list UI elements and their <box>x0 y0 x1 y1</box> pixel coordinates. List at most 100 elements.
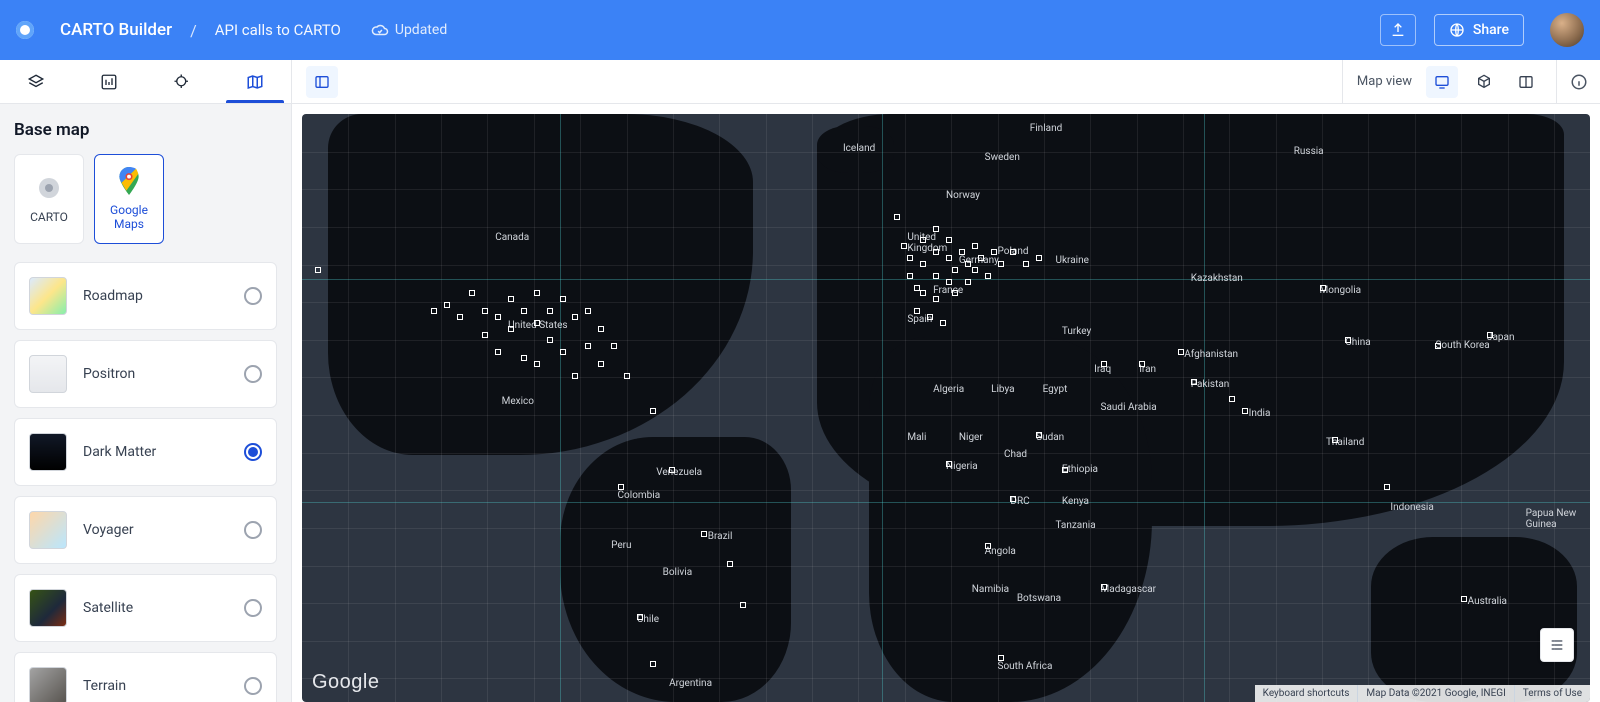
data-marker <box>907 273 913 279</box>
provider-carto-label: CARTO <box>30 210 68 224</box>
list-icon <box>1549 637 1565 653</box>
user-avatar[interactable] <box>1550 13 1584 47</box>
style-radio-positron[interactable] <box>244 365 262 383</box>
country-label: Papua New Guinea <box>1526 508 1577 530</box>
data-marker <box>1320 285 1326 291</box>
data-marker <box>585 308 591 314</box>
data-marker <box>1487 332 1493 338</box>
tab-layers[interactable] <box>0 60 73 103</box>
data-marker <box>495 314 501 320</box>
tab-interactions[interactable] <box>146 60 219 103</box>
style-thumb-voyager <box>29 511 67 549</box>
data-marker <box>1010 249 1016 255</box>
panel-toggle-button[interactable] <box>306 66 338 98</box>
style-option-roadmap[interactable]: Roadmap <box>14 262 277 330</box>
data-marker <box>1101 361 1107 367</box>
data-marker <box>1332 437 1338 443</box>
map-name[interactable]: API calls to CARTO <box>215 21 341 39</box>
data-marker <box>1242 408 1248 414</box>
cursor-icon <box>173 73 191 91</box>
attrib-mapdata[interactable]: Map Data ©2021 Google, INEGI <box>1357 685 1513 702</box>
data-marker <box>669 467 675 473</box>
data-marker <box>444 302 450 308</box>
style-label-terrain: Terrain <box>83 678 228 694</box>
export-button[interactable] <box>1380 14 1416 46</box>
style-radio-terrain[interactable] <box>244 677 262 695</box>
data-marker <box>985 543 991 549</box>
provider-carto[interactable]: CARTO <box>14 154 84 244</box>
mapview-split-button[interactable] <box>1510 66 1542 98</box>
data-marker <box>521 308 527 314</box>
data-marker <box>920 290 926 296</box>
map-area: Google Keyboard shortcuts Map Data ©2021… <box>292 104 1600 702</box>
data-marker <box>315 267 321 273</box>
share-button[interactable]: Share <box>1434 14 1524 46</box>
tab-basemap[interactable] <box>218 60 291 103</box>
style-option-terrain[interactable]: Terrain <box>14 652 277 702</box>
data-marker <box>547 308 553 314</box>
data-marker <box>933 273 939 279</box>
map-view-group: Map view <box>1342 60 1556 103</box>
data-marker <box>920 237 926 243</box>
style-option-darkmatter[interactable]: Dark Matter <box>14 418 277 486</box>
home-dot-icon[interactable] <box>16 21 34 39</box>
style-label-voyager: Voyager <box>83 522 228 538</box>
style-option-positron[interactable]: Positron <box>14 340 277 408</box>
data-marker <box>946 255 952 261</box>
data-marker <box>927 314 933 320</box>
data-marker <box>1229 396 1235 402</box>
mapview-3d-button[interactable] <box>1468 66 1500 98</box>
data-marker <box>508 296 514 302</box>
data-marker <box>952 290 958 296</box>
data-marker <box>1139 361 1145 367</box>
provider-google-maps[interactable]: Google Maps <box>94 154 164 244</box>
info-button[interactable] <box>1556 60 1600 103</box>
breadcrumb-divider: / <box>190 21 197 40</box>
data-marker <box>482 308 488 314</box>
data-marker <box>1036 255 1042 261</box>
data-marker <box>547 337 553 343</box>
data-marker <box>907 255 913 261</box>
tab-widgets[interactable] <box>73 60 146 103</box>
data-marker <box>933 249 939 255</box>
cube-icon <box>1476 74 1492 90</box>
data-marker <box>946 279 952 285</box>
app-title[interactable]: CARTO Builder <box>60 20 172 40</box>
data-marker <box>701 531 707 537</box>
style-label-darkmatter: Dark Matter <box>83 444 228 460</box>
style-option-voyager[interactable]: Voyager <box>14 496 277 564</box>
data-marker <box>914 285 920 291</box>
legend-toggle-button[interactable] <box>1540 628 1574 662</box>
chart-icon <box>100 73 118 91</box>
data-marker <box>560 349 566 355</box>
cloud-check-icon <box>371 21 389 39</box>
style-option-satellite[interactable]: Satellite <box>14 574 277 642</box>
data-marker <box>534 320 540 326</box>
share-label: Share <box>1473 22 1509 38</box>
style-label-satellite: Satellite <box>83 600 228 616</box>
style-thumb-roadmap <box>29 277 67 315</box>
style-radio-darkmatter[interactable] <box>244 443 262 461</box>
mapview-2d-button[interactable] <box>1426 66 1458 98</box>
upload-icon <box>1390 22 1406 38</box>
sub-bar: Map view <box>0 60 1600 104</box>
attrib-terms[interactable]: Terms of Use <box>1514 685 1590 702</box>
data-marker <box>585 343 591 349</box>
data-marker <box>534 361 540 367</box>
provider-row: CARTO Google Maps <box>14 154 277 244</box>
map-canvas[interactable]: Google Keyboard shortcuts Map Data ©2021… <box>302 114 1590 702</box>
data-marker <box>1345 337 1351 343</box>
style-thumb-terrain <box>29 667 67 702</box>
style-radio-voyager[interactable] <box>244 521 262 539</box>
data-marker <box>946 237 952 243</box>
attrib-keyboard[interactable]: Keyboard shortcuts <box>1255 685 1358 702</box>
style-radio-roadmap[interactable] <box>244 287 262 305</box>
data-marker <box>1384 484 1390 490</box>
style-radio-satellite[interactable] <box>244 599 262 617</box>
top-bar: CARTO Builder / API calls to CARTO Updat… <box>0 0 1600 60</box>
data-marker <box>727 561 733 567</box>
data-marker <box>972 243 978 249</box>
data-marker <box>1023 261 1029 267</box>
data-marker <box>998 261 1004 267</box>
info-icon <box>1570 73 1588 91</box>
